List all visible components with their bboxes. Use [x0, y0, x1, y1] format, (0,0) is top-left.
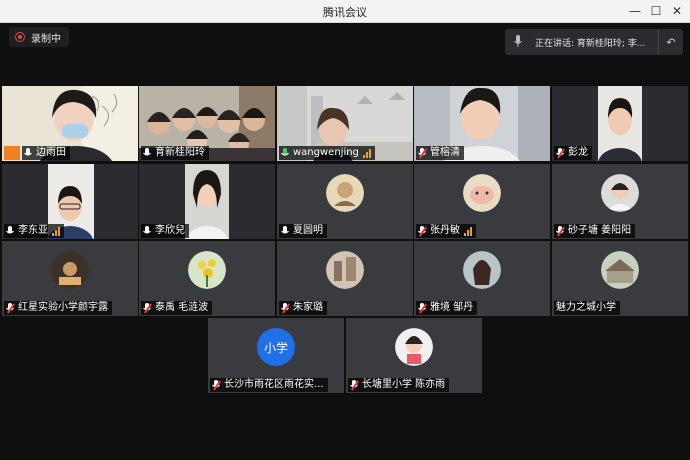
participant-label: wangwenjing	[279, 146, 375, 160]
microphone-icon	[24, 148, 34, 158]
avatar-tile[interactable]: 小学 长沙市雨花区雨花实...	[208, 318, 344, 393]
participant-name: 育新桂阳玲	[155, 147, 205, 158]
video-tile[interactable]: 李东亚	[2, 164, 138, 239]
participant-label: 育新桂阳玲	[141, 146, 209, 160]
microphone-muted-icon	[350, 380, 360, 390]
avatar-tile[interactable]: 夏圆明	[277, 164, 413, 239]
participant-label: 朱家璐	[279, 301, 327, 315]
avatar-tile[interactable]: 泰禹 毛涟波	[139, 241, 275, 316]
participant-label: 张丹敏	[416, 224, 476, 238]
avatar	[463, 174, 501, 212]
microphone-icon	[143, 148, 153, 158]
video-tile[interactable]: 李欣兒	[139, 164, 275, 239]
avatar-tile[interactable]: 红星实验小学颜宇露	[2, 241, 138, 316]
participant-label: 长沙市雨花区雨花实...	[210, 378, 328, 392]
avatar	[326, 174, 364, 212]
participant-label: 雅境 邹丹	[416, 301, 478, 315]
participant-label: 砂子塘 姜阳阳	[554, 224, 636, 238]
video-tile[interactable]: wangwenjing	[277, 86, 413, 161]
microphone-muted-icon	[556, 148, 566, 158]
microphone-icon	[6, 226, 16, 236]
participant-name: 张丹敏	[430, 225, 460, 236]
avatar	[188, 251, 226, 289]
participant-label: 李东亚	[4, 224, 64, 238]
participant-label: 边雨田	[22, 146, 70, 160]
avatar-tile[interactable]: 长塘里小学 陈亦雨	[346, 318, 482, 393]
avatar-tile[interactable]: 朱家璐	[277, 241, 413, 316]
participant-label: 泰禹 毛涟波	[141, 301, 213, 315]
participant-name: 管榕清	[430, 147, 460, 158]
video-tile[interactable]: 管榕清	[414, 86, 550, 161]
participant-name: 长沙市雨花区雨花实...	[224, 379, 324, 390]
recording-label: 录制中	[31, 33, 61, 45]
avatar	[463, 251, 501, 289]
participant-name: wangwenjing	[293, 147, 359, 158]
title-bar: 腾讯会议 — ☐ ✕	[0, 0, 690, 23]
maximize-button[interactable]: ☐	[645, 2, 667, 20]
signal-strength-icon	[52, 226, 60, 236]
microphone-muted-icon	[418, 148, 428, 158]
participant-name: 朱家璐	[293, 302, 323, 313]
participant-label: 魅力之城小学	[554, 301, 620, 315]
participant-label: 长塘里小学 陈亦雨	[348, 378, 450, 392]
microphone-muted-icon	[143, 303, 153, 313]
video-tile[interactable]: 育新桂阳玲	[139, 86, 275, 161]
participant-name: 李欣兒	[155, 225, 185, 236]
video-tile[interactable]: 边雨田	[2, 86, 138, 161]
minimize-button[interactable]: —	[624, 2, 646, 20]
record-icon	[15, 32, 25, 42]
microphone-muted-icon	[212, 380, 222, 390]
text-avatar: 小学	[257, 328, 295, 366]
window-title: 腾讯会议	[323, 6, 367, 19]
participant-label: 夏圆明	[279, 224, 327, 238]
participant-name: 夏圆明	[293, 225, 323, 236]
participant-name: 长塘里小学 陈亦雨	[362, 379, 446, 390]
participant-name: 魅力之城小学	[556, 302, 616, 313]
video-tile[interactable]: 彭龙	[552, 86, 688, 161]
signal-strength-icon	[362, 148, 371, 158]
participant-name: 红星实验小学颜宇露	[18, 302, 108, 313]
close-button[interactable]: ✕	[666, 2, 688, 20]
participant-name: 李东亚	[18, 225, 48, 236]
signal-strength-icon	[464, 226, 472, 236]
microphone-icon	[281, 148, 291, 158]
microphone-muted-icon	[418, 226, 428, 236]
microphone-muted-icon	[6, 303, 16, 313]
avatar	[395, 328, 433, 366]
avatar	[601, 251, 639, 289]
return-arrow-icon[interactable]: ↶	[658, 29, 683, 55]
speaking-text: 正在讲话: 育新桂阳玲; 李...	[535, 38, 646, 49]
participant-name: 雅境 邹丹	[430, 302, 474, 313]
avatar	[601, 174, 639, 212]
participant-label: 彭龙	[554, 146, 592, 160]
microphone-icon	[281, 226, 291, 236]
avatar-tile[interactable]: 砂子塘 姜阳阳	[552, 164, 688, 239]
participant-name: 泰禹 毛涟波	[155, 302, 209, 313]
participant-label: 李欣兒	[141, 224, 189, 238]
participant-name: 砂子塘 姜阳阳	[568, 225, 632, 236]
microphone-muted-icon	[281, 303, 291, 313]
participant-label: 管榕清	[416, 146, 464, 160]
participant-label: 红星实验小学颜宇露	[4, 301, 112, 315]
avatar	[326, 251, 364, 289]
speaking-banner[interactable]: 正在讲话: 育新桂阳玲; 李... ↶	[505, 29, 683, 55]
microphone-icon	[505, 34, 531, 50]
host-badge-icon	[4, 146, 20, 160]
microphone-muted-icon	[418, 303, 428, 313]
microphone-icon	[143, 226, 153, 236]
participant-name: 边雨田	[36, 147, 66, 158]
avatar-tile[interactable]: 张丹敏	[414, 164, 550, 239]
participant-name: 彭龙	[568, 147, 588, 158]
avatar-tile[interactable]: 魅力之城小学	[552, 241, 688, 316]
avatar	[51, 251, 89, 289]
avatar-tile[interactable]: 雅境 邹丹	[414, 241, 550, 316]
recording-indicator[interactable]: 录制中	[9, 27, 69, 47]
microphone-muted-icon	[556, 226, 566, 236]
